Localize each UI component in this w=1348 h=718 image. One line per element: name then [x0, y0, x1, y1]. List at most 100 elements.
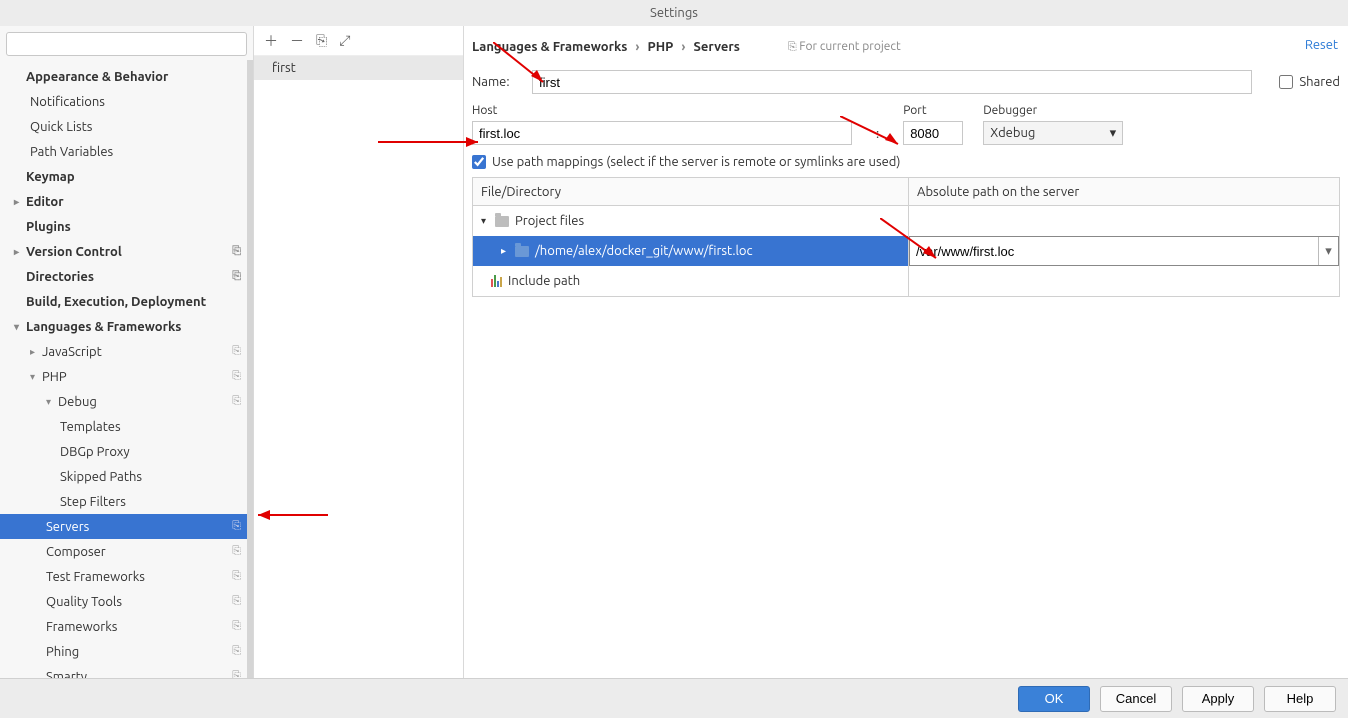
sidebar-item-build[interactable]: Build, Execution, Deployment: [0, 289, 253, 314]
sidebar-item-templates[interactable]: Templates: [0, 414, 253, 439]
breadcrumb: Languages & Frameworks › PHP › Servers F…: [472, 26, 1340, 62]
sidebar-item-editor[interactable]: ▸Editor: [0, 189, 253, 214]
path-mappings-label: Use path mappings (select if the server …: [492, 155, 901, 169]
server-list-panel: ＋ － ⎘ ⤢ first: [254, 26, 464, 678]
copy-button[interactable]: ⎘: [316, 32, 327, 49]
window-title: Settings: [0, 0, 1348, 26]
settings-tree[interactable]: Appearance & Behavior Notifications Quic…: [0, 60, 253, 678]
sidebar-item-notifications[interactable]: Notifications: [0, 89, 253, 114]
project-icon: ⎘: [232, 520, 241, 533]
label: Build, Execution, Deployment: [26, 295, 206, 309]
project-icon: ⎘: [232, 395, 241, 408]
shared-checkbox-input[interactable]: [1279, 75, 1293, 89]
sidebar-item-smarty[interactable]: Smarty⎘: [0, 664, 253, 678]
ok-button[interactable]: OK: [1018, 686, 1090, 712]
sidebar-item-dbgp[interactable]: DBGp Proxy: [0, 439, 253, 464]
folder-icon: [495, 216, 509, 227]
chevron-right-icon: ›: [635, 40, 639, 54]
chevron-right-icon: ›: [681, 40, 685, 54]
sidebar-item-directories[interactable]: Directories ⎘: [0, 264, 253, 289]
path-mappings-input[interactable]: [472, 155, 486, 169]
label: Path Variables: [30, 145, 113, 159]
chevron-down-icon[interactable]: ▾: [1318, 237, 1338, 265]
debugger-select[interactable]: Xdebug ▾: [983, 121, 1123, 145]
label: Languages & Frameworks: [26, 320, 181, 334]
sidebar-item-javascript[interactable]: ▸JavaScript⎘: [0, 339, 253, 364]
label: Notifications: [30, 95, 105, 109]
chevron-down-icon[interactable]: ▾: [481, 215, 495, 227]
sidebar-item-phing[interactable]: Phing⎘: [0, 639, 253, 664]
sidebar-item-quicklists[interactable]: Quick Lists: [0, 114, 253, 139]
remote-path-input[interactable]: [910, 237, 1318, 265]
table-row[interactable]: ▾ Project files: [473, 206, 1339, 236]
host-label: Host: [472, 104, 852, 117]
sidebar-item-quality[interactable]: Quality Tools ⎘: [0, 589, 253, 614]
label: Appearance & Behavior: [26, 70, 168, 84]
table-row[interactable]: ▸ /home/alex/docker_git/www/first.loc ▾: [473, 236, 1339, 266]
host-input[interactable]: [472, 121, 852, 145]
breadcrumb-item: Servers: [694, 40, 740, 54]
add-button[interactable]: ＋: [264, 31, 278, 51]
cell-text: /home/alex/docker_git/www/first.loc: [535, 244, 753, 258]
settings-search-input[interactable]: [6, 32, 247, 56]
scrollbar[interactable]: [247, 60, 253, 678]
project-icon: ⎘: [232, 270, 241, 283]
sidebar-item-php[interactable]: ▾PHP⎘: [0, 364, 253, 389]
colon: :: [872, 127, 883, 145]
sidebar-item-testfw[interactable]: Test Frameworks⎘: [0, 564, 253, 589]
sidebar-item-plugins[interactable]: Plugins: [0, 214, 253, 239]
col-absolute-path: Absolute path on the server: [909, 178, 1339, 205]
label: Quick Lists: [30, 120, 92, 134]
breadcrumb-item[interactable]: PHP: [648, 40, 674, 54]
sidebar-item-skipped[interactable]: Skipped Paths: [0, 464, 253, 489]
label: Version Control: [26, 245, 122, 259]
label: Composer: [46, 545, 106, 559]
col-file-directory: File/Directory: [473, 178, 909, 205]
sidebar-item-pathvars[interactable]: Path Variables: [0, 139, 253, 164]
project-icon: ⎘: [232, 670, 241, 678]
sidebar-item-debug[interactable]: ▾Debug⎘: [0, 389, 253, 414]
project-icon: ⎘: [232, 370, 241, 383]
server-list-toolbar: ＋ － ⎘ ⤢: [254, 26, 463, 56]
remove-button[interactable]: －: [290, 31, 304, 51]
cell-text: Project files: [515, 214, 584, 228]
label: Templates: [60, 420, 121, 434]
label: Phing: [46, 645, 79, 659]
label: DBGp Proxy: [60, 445, 130, 459]
label: PHP: [42, 370, 67, 384]
chevron-right-icon[interactable]: ▸: [501, 245, 515, 257]
port-label: Port: [903, 104, 963, 117]
project-icon: ⎘: [232, 595, 241, 608]
apply-button[interactable]: Apply: [1182, 686, 1254, 712]
table-row[interactable]: Include path: [473, 266, 1339, 296]
sidebar-item-stepfilters[interactable]: Step Filters: [0, 489, 253, 514]
server-list-item[interactable]: first: [254, 56, 463, 80]
sidebar-item-servers[interactable]: Servers ⎘: [0, 514, 253, 539]
import-button[interactable]: ⤢: [339, 32, 350, 49]
debugger-label: Debugger: [983, 104, 1123, 117]
sidebar-item-appearance[interactable]: Appearance & Behavior: [0, 64, 253, 89]
help-button[interactable]: Help: [1264, 686, 1336, 712]
sidebar-item-composer[interactable]: Composer⎘: [0, 539, 253, 564]
sidebar-item-langfw[interactable]: ▾Languages & Frameworks: [0, 314, 253, 339]
label: Directories: [26, 270, 94, 284]
server-list[interactable]: first: [254, 56, 463, 678]
label: Quality Tools: [46, 595, 122, 609]
breadcrumb-item[interactable]: Languages & Frameworks: [472, 40, 627, 54]
label: Plugins: [26, 220, 71, 234]
label: Step Filters: [60, 495, 126, 509]
sidebar-item-keymap[interactable]: Keymap: [0, 164, 253, 189]
label: Editor: [26, 195, 64, 209]
port-input[interactable]: [903, 121, 963, 145]
shared-checkbox[interactable]: Shared: [1279, 75, 1340, 89]
project-icon: ⎘: [232, 620, 241, 633]
reset-link[interactable]: Reset: [1305, 38, 1338, 52]
label: Servers: [46, 520, 89, 534]
name-input[interactable]: [532, 70, 1252, 94]
sidebar-item-frameworks[interactable]: Frameworks⎘: [0, 614, 253, 639]
project-icon: ⎘: [232, 245, 241, 258]
path-mappings-checkbox[interactable]: Use path mappings (select if the server …: [472, 155, 1340, 169]
cancel-button[interactable]: Cancel: [1100, 686, 1172, 712]
sidebar-item-vcs[interactable]: ▸Version Control⎘: [0, 239, 253, 264]
name-label: Name:: [472, 75, 522, 89]
